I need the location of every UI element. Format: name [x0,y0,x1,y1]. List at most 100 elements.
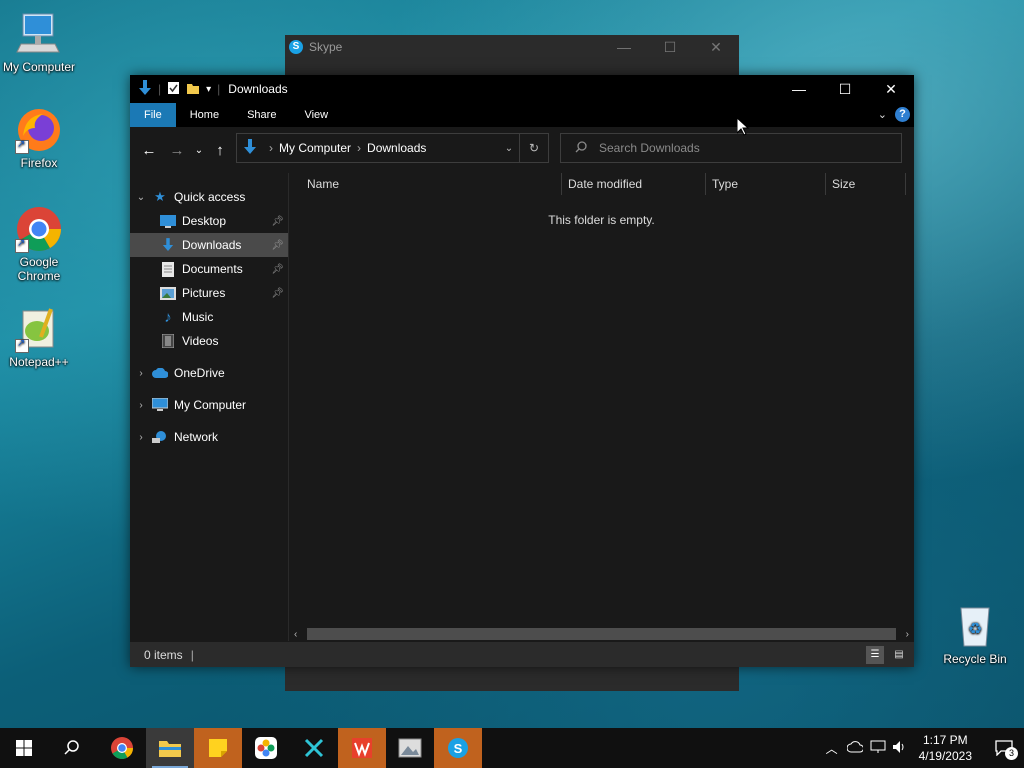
taskbar-chrome[interactable] [98,728,146,768]
documents-folder-icon [160,261,176,277]
skype-titlebar[interactable]: S Skype — ☐ ✕ [285,35,739,59]
scroll-left-arrow-icon[interactable]: ‹ [294,629,297,640]
pin-icon[interactable]: 📌︎ [271,288,284,299]
nav-item-videos[interactable]: Videos [130,329,288,353]
nav-item-documents[interactable]: Documents 📌︎ [130,257,288,281]
tab-file[interactable]: File [130,103,176,127]
recent-locations-button[interactable]: ⌄ [191,145,207,156]
large-icons-view-icon[interactable]: ▤ [890,646,908,664]
downloads-location-icon [243,138,257,158]
up-button[interactable]: ↑ [207,142,233,159]
breadcrumb-my-computer[interactable]: My Computer [279,141,351,155]
column-name[interactable]: Name [289,173,562,195]
help-icon[interactable]: ? [895,107,910,122]
skype-minimize-button[interactable]: — [601,39,647,56]
skype-icon: S [448,738,468,758]
properties-icon[interactable] [167,81,180,98]
taskbar-file-explorer[interactable] [146,728,194,768]
computer-icon [15,10,63,58]
taskbar-sticky-notes[interactable] [194,728,242,768]
scrollbar-thumb[interactable] [307,628,896,640]
taskbar-photos[interactable] [242,728,290,768]
expand-ribbon-chevron-icon[interactable]: ⌄ [878,108,887,121]
expand-chevron-icon[interactable]: › [130,432,152,443]
back-button[interactable]: ← [135,142,163,159]
clock[interactable]: 1:17 PM 4/19/2023 [919,732,972,764]
item-count: 0 items [144,647,183,662]
folder-icon [159,741,181,757]
refresh-button[interactable]: ↻ [519,134,548,162]
desktop-icon-notepadpp[interactable]: Notepad++ [1,305,77,369]
search-input[interactable] [597,140,881,156]
minimize-button[interactable]: — [776,75,822,103]
windows-logo-icon [16,740,32,756]
nav-quick-access[interactable]: ⌄ ★ Quick access [130,185,288,209]
close-button[interactable]: ✕ [868,75,914,103]
forward-button[interactable]: → [163,142,191,159]
taskbar-app-generic[interactable] [386,728,434,768]
nav-item-downloads[interactable]: Downloads 📌︎ [130,233,288,257]
network-tray-icon[interactable] [867,740,889,757]
shortcut-arrow-icon [15,138,29,154]
shortcut-arrow-icon [15,237,29,253]
column-size[interactable]: Size [826,173,906,195]
file-explorer-window[interactable]: | ▾ | Downloads — ☐ ✕ File Home Share Vi… [130,75,914,667]
action-center-button[interactable]: 3 [984,728,1024,768]
nav-item-desktop[interactable]: Desktop 📌︎ [130,209,288,233]
taskbar-xcode-like-app[interactable] [290,728,338,768]
nav-my-computer[interactable]: › My Computer [130,393,288,417]
desktop-icon-label: My Computer [2,60,76,74]
nav-label: Music [182,310,214,324]
nav-label: My Computer [174,398,247,412]
column-date-modified[interactable]: Date modified [562,173,706,195]
file-list-pane[interactable]: Name Date modified Type Size This folder… [289,173,914,641]
show-hidden-icons-chevron-icon[interactable]: ︿ [821,740,843,757]
nav-onedrive[interactable]: › OneDrive [130,361,288,385]
tab-home[interactable]: Home [176,103,233,127]
volume-icon[interactable] [889,740,911,757]
desktop-icon-firefox[interactable]: Firefox [1,106,77,170]
recycle-bin-icon: ♻ [951,602,999,650]
nav-label: Pictures [182,286,226,300]
nav-label: OneDrive [174,366,225,380]
pin-icon[interactable]: 📌︎ [271,240,284,251]
pin-icon[interactable]: 📌︎ [271,264,284,275]
chrome-icon [111,737,133,759]
customize-quick-access-icon[interactable]: ▾ [206,84,211,95]
address-history-dropdown[interactable]: ⌄ [499,143,519,154]
taskbar-wps-office[interactable] [338,728,386,768]
taskbar-skype[interactable]: S [434,728,482,768]
details-view-icon[interactable]: ☰ [866,645,884,664]
nav-item-pictures[interactable]: Pictures 📌︎ [130,281,288,305]
column-type[interactable]: Type [706,173,826,195]
nav-network[interactable]: › Network [130,425,288,449]
onedrive-cloud-icon [152,365,168,381]
music-folder-icon: ♪ [164,308,172,326]
new-folder-icon[interactable] [186,81,200,98]
tab-view[interactable]: View [290,103,342,127]
onedrive-tray-icon[interactable] [843,740,867,757]
column-headers: Name Date modified Type Size [289,173,914,195]
desktop-icon-chrome[interactable]: Google Chrome [1,205,77,283]
expand-chevron-icon[interactable]: › [130,400,152,411]
horizontal-scrollbar[interactable]: ‹ › [289,626,914,642]
desktop-icon-my-computer[interactable]: My Computer [1,10,77,74]
skype-maximize-button[interactable]: ☐ [647,39,693,56]
nav-item-music[interactable]: ♪ Music [130,305,288,329]
nav-label: Network [174,430,219,444]
breadcrumb-downloads[interactable]: Downloads [367,141,426,155]
maximize-button[interactable]: ☐ [822,75,868,103]
scroll-right-arrow-icon[interactable]: › [906,629,909,640]
collapse-chevron-icon[interactable]: ⌄ [130,192,152,203]
search-button[interactable] [48,728,96,768]
expand-chevron-icon[interactable]: › [130,368,152,379]
start-button[interactable] [0,728,48,768]
skype-close-button[interactable]: ✕ [693,39,739,56]
tab-share[interactable]: Share [233,103,290,127]
x-tool-icon [304,738,324,758]
explorer-titlebar[interactable]: | ▾ | Downloads — ☐ ✕ [130,75,914,103]
search-box[interactable] [560,133,902,163]
desktop-icon-recycle-bin[interactable]: ♻ Recycle Bin [937,602,1013,666]
pin-icon[interactable]: 📌︎ [271,216,284,227]
address-bar[interactable]: › My Computer › Downloads ⌄ ↻ [236,133,549,163]
